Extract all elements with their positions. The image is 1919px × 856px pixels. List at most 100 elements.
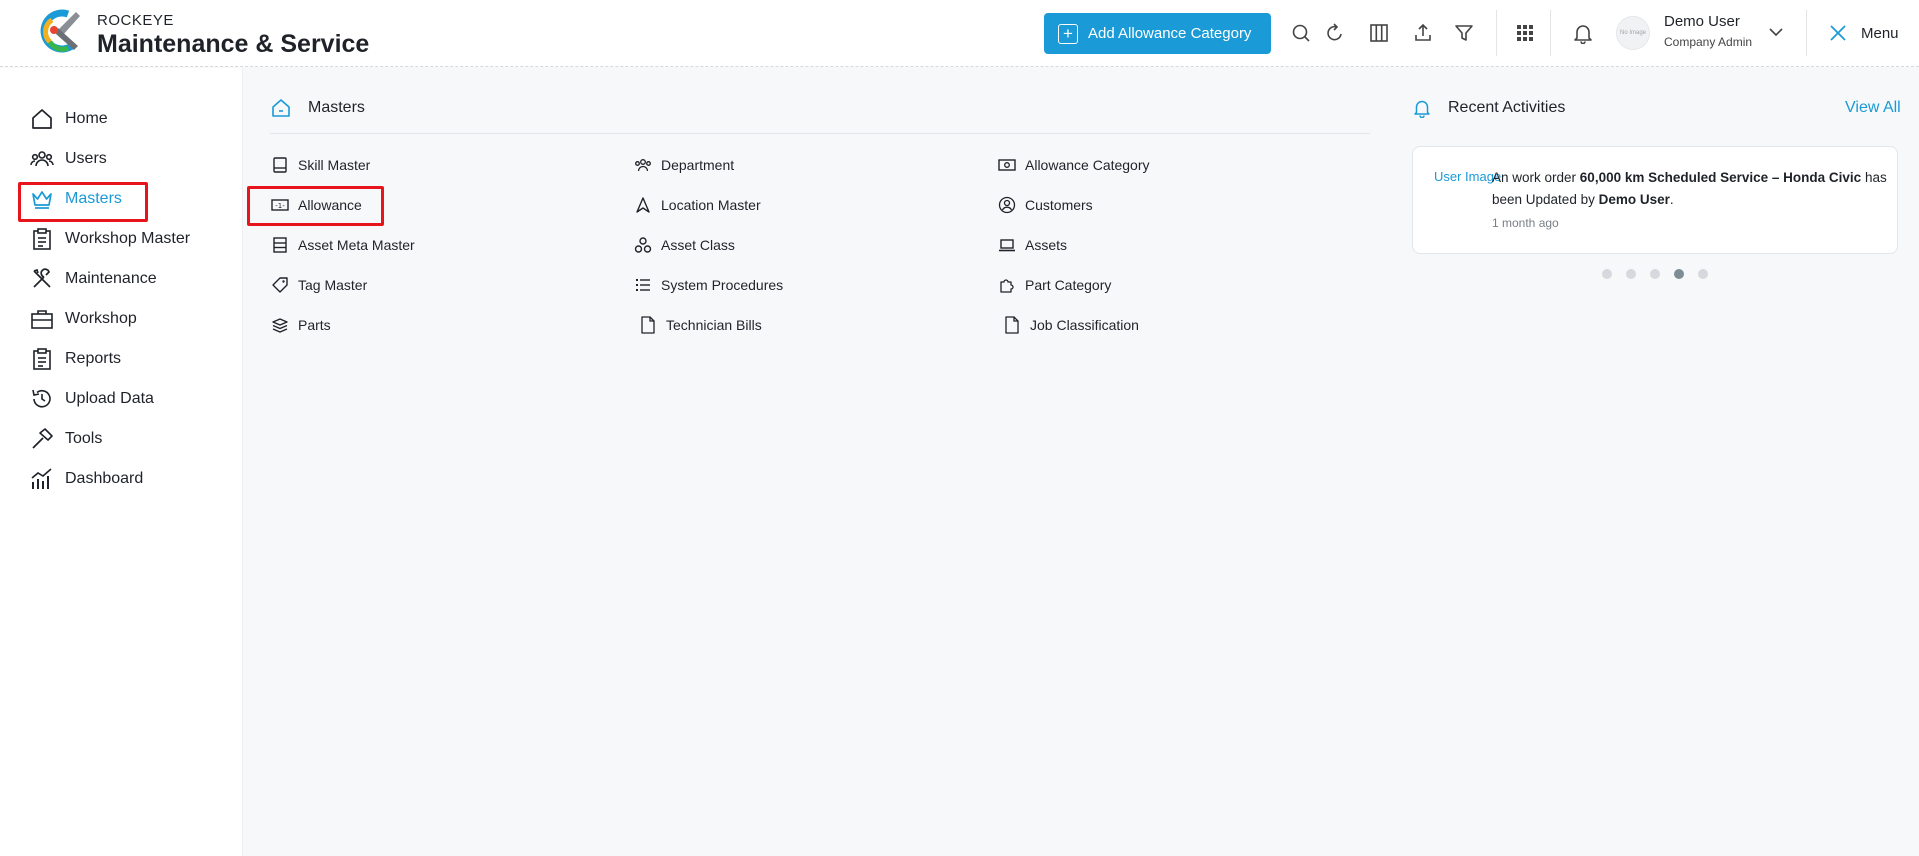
columns-icon[interactable] — [1368, 22, 1390, 44]
search-icon[interactable] — [1290, 22, 1312, 44]
header-divider — [1806, 10, 1807, 56]
master-link-label: Parts — [298, 317, 331, 333]
puzzle-icon — [998, 276, 1016, 294]
activity-time: 1 month ago — [1492, 216, 1559, 230]
master-link-technician-bills[interactable]: Technician Bills — [639, 314, 762, 336]
master-link-label: Job Classification — [1030, 317, 1139, 333]
sidebar-item-label: Tools — [65, 430, 103, 447]
sidebar-item-users[interactable]: Users — [30, 146, 107, 172]
sidebar-item-label: Upload Data — [65, 390, 154, 407]
cash-icon — [998, 156, 1016, 174]
sidebar-item-label: Dashboard — [65, 470, 144, 487]
navigation-icon — [634, 196, 652, 214]
view-all-link[interactable]: View All — [1845, 99, 1901, 117]
clipboard-icon — [30, 347, 54, 371]
apps-grid-icon[interactable] — [1514, 22, 1536, 44]
activity-card: User Image An work order 60,000 km Sched… — [1412, 146, 1898, 254]
chart-icon — [30, 467, 54, 491]
briefcase-icon — [30, 307, 54, 331]
add-allowance-category-button[interactable]: + Add Allowance Category — [1044, 13, 1271, 54]
master-link-assets[interactable]: Assets — [998, 234, 1067, 256]
plus-icon: + — [1058, 23, 1078, 44]
sidebar-item-workshop-master[interactable]: Workshop Master — [30, 226, 190, 252]
home-icon — [30, 107, 54, 131]
user-name[interactable]: Demo User — [1664, 13, 1740, 30]
home-icon — [272, 99, 290, 117]
avatar[interactable]: No Image — [1616, 16, 1650, 50]
activity-subject[interactable]: 60,000 km Scheduled Service – Honda Civi… — [1580, 170, 1861, 185]
carousel-dot[interactable] — [1602, 269, 1612, 279]
sidebar-item-workshop[interactable]: Workshop — [30, 306, 137, 332]
master-link-parts[interactable]: Parts — [271, 314, 331, 336]
header-divider — [1550, 10, 1551, 56]
master-link-allowance[interactable]: -1- Allowance — [271, 194, 362, 216]
master-link-skill-master[interactable]: Skill Master — [271, 154, 370, 176]
master-link-asset-class[interactable]: Asset Class — [634, 234, 735, 256]
master-link-location-master[interactable]: Location Master — [634, 194, 761, 216]
master-link-allowance-category[interactable]: Allowance Category — [998, 154, 1150, 176]
master-link-job-classification[interactable]: Job Classification — [1003, 314, 1139, 336]
master-link-label: Allowance — [298, 197, 362, 213]
carousel-dots — [1602, 269, 1708, 279]
carousel-dot[interactable] — [1650, 269, 1660, 279]
master-link-label: Asset Meta Master — [298, 237, 415, 253]
circles-icon — [634, 236, 652, 254]
sidebar-item-label: Home — [65, 110, 108, 127]
refresh-icon[interactable] — [1324, 22, 1346, 44]
sidebar-item-maintenance[interactable]: Maintenance — [30, 266, 157, 292]
hammer-icon — [30, 427, 54, 451]
master-link-part-category[interactable]: Part Category — [998, 274, 1111, 296]
svg-text:-1-: -1- — [275, 202, 285, 210]
book-icon — [271, 156, 289, 174]
sidebar-item-label: Users — [65, 150, 107, 167]
file-icon — [1003, 316, 1021, 334]
sidebar: Home Users Masters Workshop Master Maint… — [0, 68, 243, 856]
sidebar-item-tools[interactable]: Tools — [30, 426, 102, 452]
master-link-label: Location Master — [661, 197, 761, 213]
export-icon[interactable] — [1412, 22, 1434, 44]
file-icon — [639, 316, 657, 334]
master-link-system-procedures[interactable]: System Procedures — [634, 274, 783, 296]
activity-actor: Demo User — [1598, 192, 1670, 207]
sidebar-item-reports[interactable]: Reports — [30, 346, 121, 372]
laptop-icon — [998, 236, 1016, 254]
carousel-dot[interactable] — [1674, 269, 1684, 279]
master-link-asset-meta-master[interactable]: Asset Meta Master — [271, 234, 415, 256]
sidebar-item-dashboard[interactable]: Dashboard — [30, 466, 143, 492]
carousel-dot[interactable] — [1626, 269, 1636, 279]
app-title: Maintenance & Service — [97, 30, 370, 58]
add-button-label: Add Allowance Category — [1088, 25, 1252, 42]
user-circle-icon — [998, 196, 1016, 214]
tag-icon — [271, 276, 289, 294]
masters-header: Masters — [270, 97, 365, 119]
master-link-department[interactable]: Department — [634, 154, 734, 176]
chevron-down-icon[interactable] — [1766, 22, 1786, 42]
master-link-label: Part Category — [1025, 277, 1112, 293]
user-role: Company Admin — [1664, 35, 1753, 49]
master-link-label: Allowance Category — [1025, 157, 1150, 173]
menu-button[interactable]: Menu — [1861, 25, 1899, 42]
users-icon — [30, 147, 54, 171]
sidebar-item-label: Workshop Master — [65, 230, 191, 247]
page-title: Masters — [308, 99, 365, 116]
sidebar-item-masters[interactable]: Masters — [30, 186, 122, 212]
master-link-customers[interactable]: Customers — [998, 194, 1093, 216]
carousel-dot[interactable] — [1698, 269, 1708, 279]
activity-suffix: . — [1669, 192, 1674, 207]
sidebar-item-home[interactable]: Home — [30, 106, 108, 132]
layers-icon — [271, 316, 289, 334]
master-link-tag-master[interactable]: Tag Master — [271, 274, 367, 296]
clipboard-icon — [30, 227, 54, 251]
users-icon — [634, 156, 652, 174]
activity-text: An work order 60,000 km Scheduled Servic… — [1492, 167, 1892, 211]
master-link-label: Tag Master — [298, 277, 368, 293]
sidebar-item-upload-data[interactable]: Upload Data — [30, 386, 154, 412]
header-divider — [1496, 10, 1497, 56]
rockeye-logo-icon — [40, 9, 80, 53]
close-icon[interactable] — [1828, 23, 1848, 43]
bell-icon[interactable] — [1572, 22, 1594, 45]
filter-icon[interactable] — [1453, 22, 1475, 44]
sidebar-item-label: Workshop — [65, 310, 137, 327]
bell-icon — [1414, 100, 1430, 118]
master-link-label: System Procedures — [661, 277, 784, 293]
